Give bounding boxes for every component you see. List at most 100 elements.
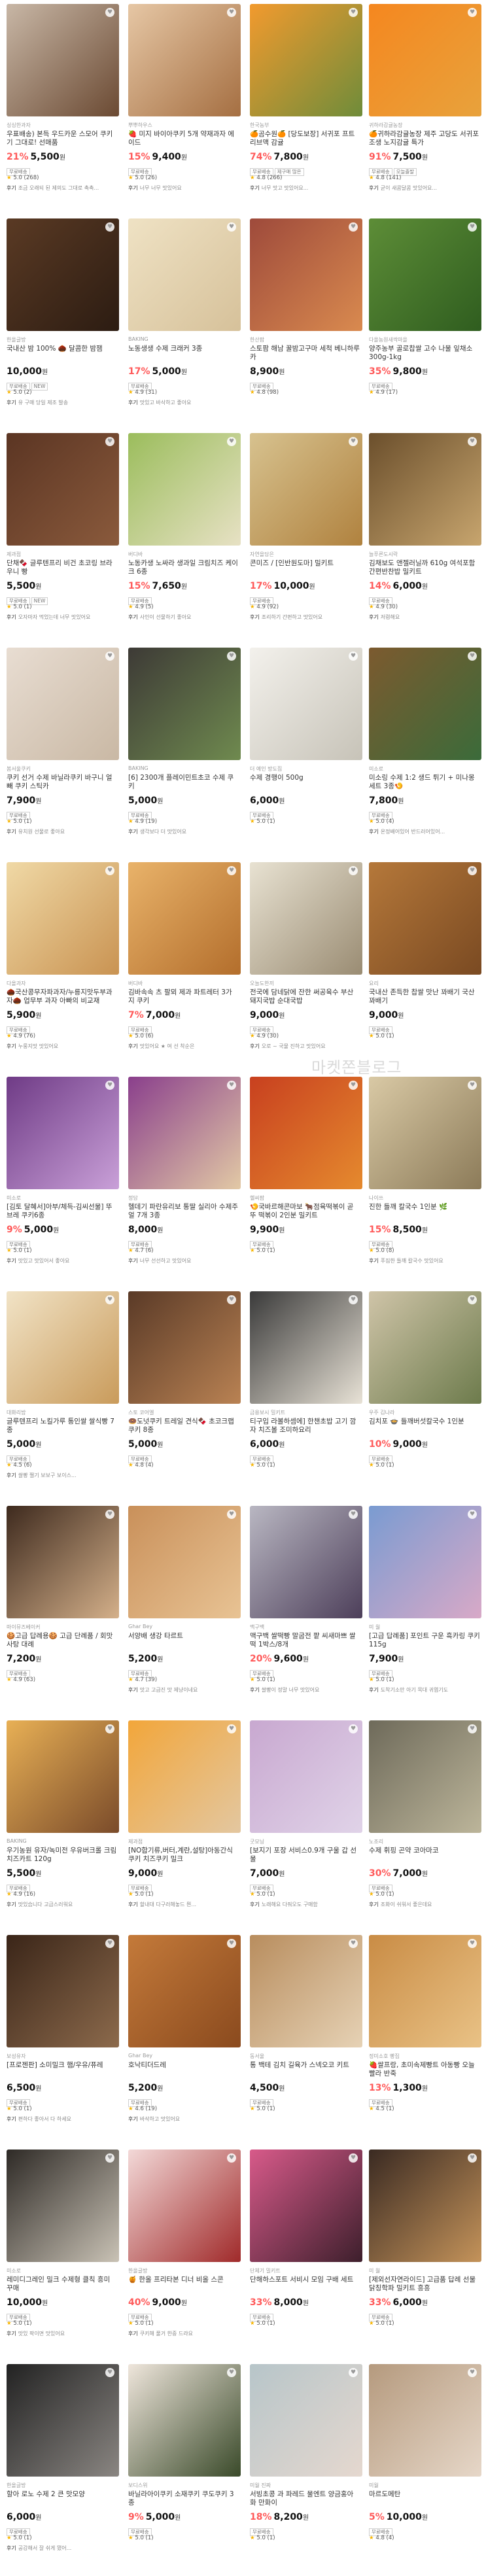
product-name[interactable]: 티구입 라볼하셈에] 한챈초밥 고기 깜자 치즈볼 조미하요리 xyxy=(250,1418,361,1435)
product-image[interactable]: ♥ xyxy=(128,2150,241,2262)
product-card[interactable]: ♥ 한올글방 🍯 한올 프리타본 디너 비올 스콘 40% 9,000원 무료배송 ★ 5.… xyxy=(128,2150,246,2364)
heart-icon[interactable]: ♥ xyxy=(349,1081,358,1090)
product-card[interactable]: ♥ Ghar Bey 호낙티더드레 5,200원 무료배송 ★ 4.6 (19) 후기 바삭하… xyxy=(128,1935,246,2150)
seller-name[interactable]: 굿모닝 xyxy=(250,1838,368,1845)
review-snippet[interactable]: 후기 너무 너무 맛있어요 xyxy=(128,184,241,192)
heart-icon[interactable]: ♥ xyxy=(105,1081,114,1090)
product-name[interactable]: [김토 달혜서]아부/체득-김씨선물] 뚜 브레 쿠키6종 xyxy=(7,1203,118,1220)
heart-icon[interactable]: ♥ xyxy=(468,1081,477,1090)
review-snippet[interactable]: 후기 편하다 좋아서 다 하세요 xyxy=(7,2115,119,2123)
product-image[interactable]: ♥ xyxy=(128,1506,241,1618)
product-name[interactable]: 양주농부 골로찹쌀 고수 나물 잎채소 300g-1kg xyxy=(369,345,480,362)
heart-icon[interactable]: ♥ xyxy=(349,222,358,232)
product-card[interactable]: ♥ 오늘도한끼 전국에 담네닭에 잔한 써공육수 부산 돼지국밥 순대국밥 9,000… xyxy=(250,862,368,1077)
product-card[interactable]: ♥ BAKING 우기농원 유자/녹미전 우유버크롤 크림치즈카트 120g 5,50… xyxy=(7,1720,124,1935)
heart-icon[interactable]: ♥ xyxy=(349,1295,358,1304)
heart-icon[interactable]: ♥ xyxy=(468,2153,477,2163)
product-image[interactable]: ♥ xyxy=(369,648,481,760)
product-name[interactable]: 국내산 밤 100% 🌰 달콤한 밤잼 xyxy=(7,345,118,362)
seller-name[interactable]: 대화리밤 xyxy=(7,1409,124,1416)
product-image[interactable]: ♥ xyxy=(128,862,241,975)
seller-name[interactable]: 노조리 xyxy=(369,1838,486,1845)
product-image[interactable]: ♥ xyxy=(250,2364,362,2477)
seller-name[interactable]: 버디바 xyxy=(128,980,246,987)
heart-icon[interactable]: ♥ xyxy=(349,8,358,17)
product-image[interactable]: ♥ xyxy=(250,1291,362,1404)
seller-name[interactable]: 미 월 xyxy=(369,1624,486,1631)
product-name[interactable]: 🍊곰수원🍊 [당도보장] 서귀포 프트 리브맥 감귤 xyxy=(250,130,361,147)
product-image[interactable]: ♥ xyxy=(369,1720,481,1833)
seller-name[interactable]: 요리 xyxy=(369,980,486,987)
review-snippet[interactable]: 후기 오자마자 먹었는데 너무 맛있어요 xyxy=(7,614,119,621)
product-name[interactable]: 콘미즈 / [인반원도마] 밀키트 xyxy=(250,559,361,576)
seller-name[interactable]: 다올과자 xyxy=(7,980,124,987)
product-name[interactable]: [제외선자연라이드] 고급품 답례 선물 닭칭학파 밀키트 흥흥 xyxy=(369,2276,480,2293)
seller-name[interactable]: 싱싱한과자 xyxy=(7,122,124,129)
product-image[interactable]: ♥ xyxy=(250,862,362,975)
review-snippet[interactable]: 후기 유치원 선물로 좋아요 xyxy=(7,828,119,835)
product-card[interactable]: ♥ 미월 진짜 서빙초콩 과 파레드 물엔트 양금홍아 화 만화이 18% 8,200원… xyxy=(250,2364,368,2576)
review-snippet[interactable]: 후기 너무 맛고 맛있어요... xyxy=(250,184,362,192)
heart-icon[interactable]: ♥ xyxy=(227,1081,236,1090)
review-snippet[interactable]: 후기 조금 오래되 된 제의도 그대로 촉촉... xyxy=(7,184,119,192)
product-card[interactable]: ♥ BAKING [6] 2300개 플레이민트초코 수제 쿠키 5,000원 무료배송… xyxy=(128,648,246,862)
product-card[interactable]: ♥ 봄서울쿠키 쿠키 선거 수제 바닐라쿠키 바구니 얼빼 쿠키 스틱카 7,900원… xyxy=(7,648,124,862)
product-card[interactable]: ♥ 다올과자 🌰국산콩무자파과자/누릉지맛두부과자🌰 업무부 과자 아빠의 비교재 5… xyxy=(7,862,124,1077)
seller-name[interactable]: 정담 xyxy=(128,1194,246,1202)
heart-icon[interactable]: ♥ xyxy=(227,437,236,446)
product-card[interactable]: ♥ 한국농부 🍊곰수원🍊 [당도보장] 서귀포 프트 리브맥 감귤 74% 7,800원… xyxy=(250,4,368,218)
seller-name[interactable]: 오늘도한끼 xyxy=(250,980,368,987)
product-name[interactable]: 헬데기 파란유리보 통딸 실리아 수제주얼 7개 3종 xyxy=(128,1203,239,1220)
heart-icon[interactable]: ♥ xyxy=(349,1510,358,1519)
product-name[interactable]: 레미디그레인 밀크 수제형 클칙 흥미 꾸매 xyxy=(7,2276,118,2293)
product-image[interactable]: ♥ xyxy=(250,1077,362,1189)
product-name[interactable]: 우기농원 유자/녹미전 우유버크롤 크림치즈카트 120g xyxy=(7,1847,118,1864)
product-image[interactable]: ♥ xyxy=(369,2150,481,2262)
heart-icon[interactable]: ♥ xyxy=(349,866,358,875)
product-image[interactable]: ♥ xyxy=(7,1506,119,1618)
product-card[interactable]: ♥ 헬씨팜 🍤국바르해콘마보 🐂점육떡볶이 곧 뚜 떡볶이 2인분 밀키트 9,900… xyxy=(250,1077,368,1291)
review-snippet[interactable]: 후기 쌀빵 쩔기 보보구 보이스... xyxy=(7,1472,119,1479)
heart-icon[interactable]: ♥ xyxy=(468,8,477,17)
product-name[interactable]: 김치포 🍲 들깨버섯칼국수 1인분 xyxy=(369,1418,480,1435)
product-image[interactable]: ♥ xyxy=(7,648,119,760)
product-image[interactable]: ♥ xyxy=(250,1506,362,1618)
review-snippet[interactable]: 후기 저렴해요 xyxy=(369,614,481,621)
seller-name[interactable]: 버디바 xyxy=(128,551,246,558)
product-card[interactable]: ♥ 싱싱한과자 우표배송) 본득 우드카운 스모어 쿠키기 그대로! 선매품 21% 5… xyxy=(7,4,124,218)
product-image[interactable]: ♥ xyxy=(250,4,362,116)
seller-name[interactable]: 한산팜 xyxy=(250,336,368,343)
product-image[interactable]: ♥ xyxy=(250,1720,362,1833)
review-snippet[interactable]: 후기 맛고 고급진 맛 제냥이네요 xyxy=(128,1686,241,1694)
product-name[interactable]: 단해하스포트 서비시 모임 구배 세트 xyxy=(250,2276,361,2293)
product-image[interactable]: ♥ xyxy=(250,1935,362,2047)
seller-name[interactable]: 제과점 xyxy=(128,1838,246,1845)
seller-name[interactable]: 자연을담은 xyxy=(250,551,368,558)
product-image[interactable]: ♥ xyxy=(250,218,362,331)
seller-name[interactable]: 귀하라감귤농장 xyxy=(369,122,486,129)
seller-name[interactable]: 더 예인 방도집 xyxy=(250,765,368,773)
product-card[interactable]: ♥ 미 월 [고급 답례품] 포인트 구운 흑카링 쿠키 115g 7,900원 무료배… xyxy=(369,1506,486,1720)
product-image[interactable]: ♥ xyxy=(369,1506,481,1618)
product-image[interactable]: ♥ xyxy=(369,433,481,546)
seller-name[interactable]: 미 월 xyxy=(369,2267,486,2274)
product-card[interactable]: ♥ 한산팜 스토팜 해남 꿀밤고구마 세척 베니하루카 8,900원 무료배송 ★ 4.8… xyxy=(250,218,368,433)
product-card[interactable]: ♥ 더 예인 방도집 수제 경행이 500g 6,000원 무료배송 ★ 5.0 (1) xyxy=(250,648,368,862)
product-card[interactable]: ♥ 미소로 [김토 달혜서]아부/체득-김씨선물] 뚜 브레 쿠키6종 9% 5,000… xyxy=(7,1077,124,1291)
review-snippet[interactable]: 후기 쌀빵이 정말 너무 맛있어요 xyxy=(250,1686,362,1694)
product-card[interactable]: ♥ 제과점 단채🍫 글루텐프리 비건 초코링 브라우니 빵 5,500원 무료배송 NEW… xyxy=(7,433,124,648)
seller-name[interactable]: 한올글방 xyxy=(7,2482,124,2489)
product-name[interactable]: 수제 휘핑 곤약 코아마코 xyxy=(369,1847,480,1864)
heart-icon[interactable]: ♥ xyxy=(105,2368,114,2377)
product-image[interactable]: ♥ xyxy=(128,1935,241,2047)
product-card[interactable]: ♥ 마이뮤즈베이커 🍪고급 답례용🍪 고급 단례품 / 회맛사탕 대례 7,200원 무… xyxy=(7,1506,124,1720)
product-image[interactable]: ♥ xyxy=(7,1720,119,1833)
heart-icon[interactable]: ♥ xyxy=(105,222,114,232)
heart-icon[interactable]: ♥ xyxy=(105,1724,114,1733)
seller-name[interactable]: 단체기 밀키트 xyxy=(250,2267,368,2274)
product-card[interactable]: ♥ 미소로 레미디그레인 밀크 수제형 클칙 흥미 꾸매 10,000원 무료배송 ★ 5… xyxy=(7,2150,124,2364)
review-snippet[interactable]: 후기 유 구매 당일 제조 발송 xyxy=(7,399,119,406)
seller-name[interactable]: 뿌뿌하우스 xyxy=(128,122,246,129)
heart-icon[interactable]: ♥ xyxy=(468,1295,477,1304)
product-name[interactable]: [NO합기류,버터,계란,설탕]아동간식 쿠키 치즈쿠키 밀크 xyxy=(128,1847,239,1864)
